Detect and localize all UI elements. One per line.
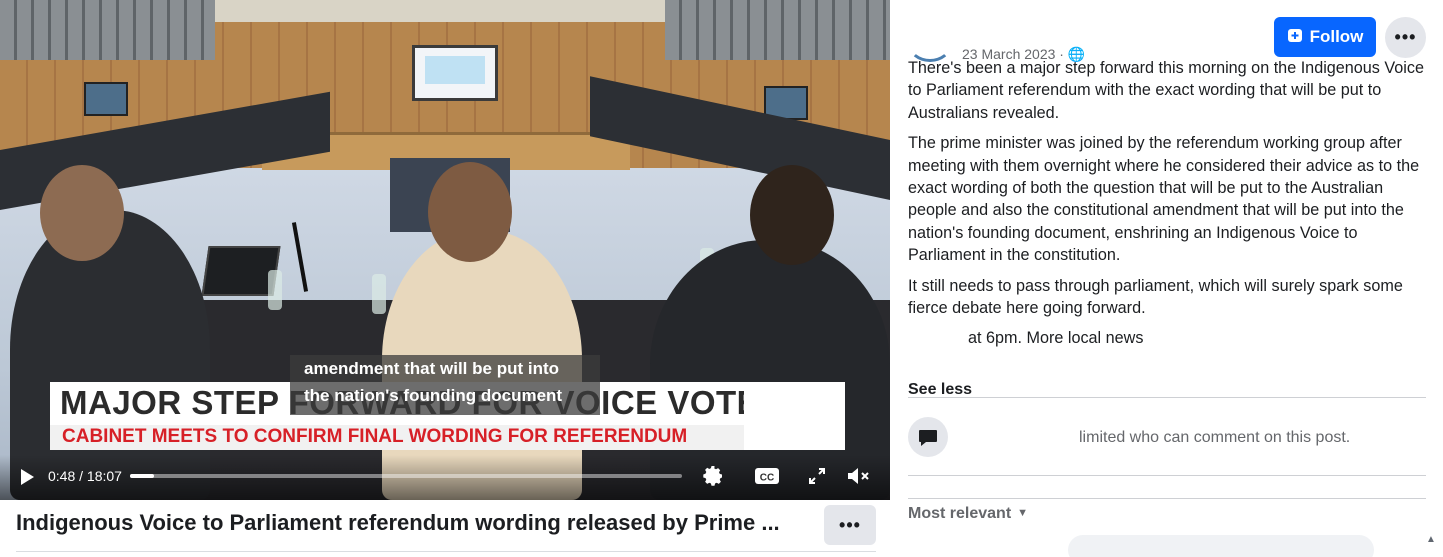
post-paragraph: It still needs to pass through parliamen…: [908, 276, 1403, 318]
divider: [908, 475, 1426, 476]
post-paragraph: There's been a major step forward this m…: [908, 59, 1424, 122]
divider: [16, 551, 876, 552]
comment-bubble-icon: [908, 417, 948, 457]
video-more-button[interactable]: •••: [824, 505, 876, 545]
lower-third-block: [744, 382, 845, 450]
video-player[interactable]: MAJOR STEP FORWARD FOR VOICE VOTE CABINE…: [0, 0, 890, 500]
cc-icon[interactable]: CC: [754, 463, 780, 489]
progress-bar[interactable]: [130, 474, 682, 478]
post-more-button[interactable]: •••: [1385, 17, 1426, 58]
post-text: There's been a major step forward this m…: [908, 57, 1428, 358]
post-paragraph: at 6pm. More local news: [968, 329, 1144, 348]
follow-icon: [1287, 27, 1303, 48]
lower-third-subline: CABINET MEETS TO CONFIRM FINAL WORDING F…: [62, 426, 688, 447]
chevron-down-icon: ▼: [1017, 507, 1029, 519]
time-display: 0:48 / 18:07: [48, 468, 122, 484]
play-icon[interactable]: [17, 467, 37, 487]
closed-caption: amendment that will be put into the nati…: [290, 355, 600, 415]
divider: [908, 498, 1426, 499]
video-title: Indigenous Voice to Parliament referendu…: [16, 510, 780, 535]
video-controls: 0:48 / 18:07 CC: [0, 455, 890, 500]
caption-line: the nation's founding document: [304, 386, 563, 405]
scroll-up-arrow[interactable]: ▲: [1426, 534, 1440, 548]
page-root: MAJOR STEP FORWARD FOR VOICE VOTE CABINE…: [0, 0, 1443, 557]
progress-fill: [130, 474, 155, 478]
divider: [908, 397, 1426, 398]
comment-limit-notice: limited who can comment on this post.: [1079, 429, 1351, 446]
post-panel: 23 March 2023 · 🌐 Follow ••• There's bee…: [890, 0, 1443, 557]
follow-label: Follow: [1309, 27, 1364, 46]
follow-button[interactable]: Follow: [1274, 17, 1376, 57]
projector-screen: [412, 45, 498, 101]
svg-text:CC: CC: [760, 473, 774, 484]
comment-bubble: [1068, 535, 1374, 557]
post-paragraph: The prime minister was joined by the ref…: [908, 134, 1420, 265]
expand-icon[interactable]: [804, 463, 830, 489]
muted-icon[interactable]: [846, 463, 872, 489]
comment-sort-dropdown[interactable]: Most relevant ▼: [908, 505, 1028, 523]
gear-icon[interactable]: [700, 463, 726, 489]
caption-line: amendment that will be put into: [304, 359, 559, 378]
